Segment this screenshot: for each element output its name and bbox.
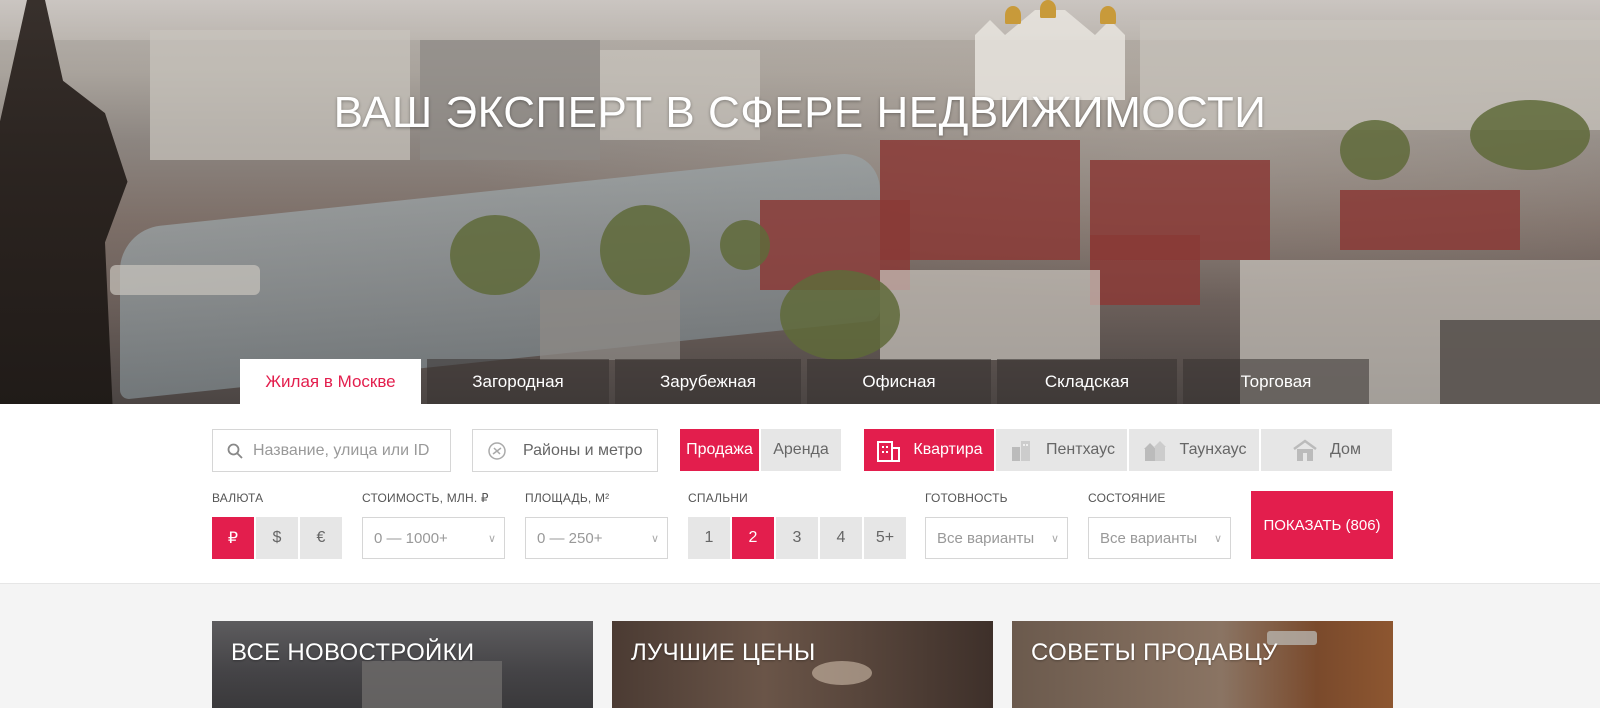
bedrooms-5plus-button[interactable]: 5+ bbox=[864, 517, 906, 559]
hero-dome bbox=[1100, 6, 1116, 24]
card-new-buildings[interactable]: ВСЕ НОВОСТРОЙКИ bbox=[212, 621, 593, 708]
card-lamp-shape bbox=[812, 661, 872, 685]
type-house-label: Дом bbox=[1330, 441, 1361, 458]
apartment-building-icon bbox=[875, 437, 901, 463]
hero-building bbox=[1440, 320, 1600, 404]
hero-building bbox=[1090, 235, 1200, 305]
map-pin-icon bbox=[487, 441, 507, 461]
card-title: ВСЕ НОВОСТРОЙКИ bbox=[231, 639, 475, 666]
hero-tree bbox=[780, 270, 900, 360]
card-best-prices[interactable]: ЛУЧШИЕ ЦЕНЫ bbox=[612, 621, 993, 708]
bedrooms-2-button[interactable]: 2 bbox=[732, 517, 774, 559]
deal-type-toggle: Продажа Аренда bbox=[680, 429, 843, 471]
hero-building bbox=[540, 290, 680, 360]
currency-toggle: ₽ $ € bbox=[212, 517, 344, 559]
type-townhouse-label: Таунхаус bbox=[1179, 441, 1247, 458]
hero-tree bbox=[720, 220, 770, 270]
deal-sale-button[interactable]: Продажа bbox=[680, 429, 759, 471]
hero-title: ВАШ ЭКСПЕРТ В СФЕРЕ НЕДВИЖИМОСТИ bbox=[333, 88, 1267, 137]
type-apartment-button[interactable]: Квартира bbox=[864, 429, 994, 471]
hero-boat bbox=[110, 265, 260, 295]
type-house-button[interactable]: Дом bbox=[1261, 429, 1392, 471]
chevron-down-icon: ∨ bbox=[487, 533, 496, 545]
districts-metro-label: Районы и метро bbox=[523, 441, 643, 459]
bedrooms-1-button[interactable]: 1 bbox=[688, 517, 730, 559]
tab-foreign[interactable]: Зарубежная bbox=[615, 359, 801, 404]
type-penthouse-label: Пентхаус bbox=[1046, 441, 1115, 458]
area-value: 0 — 250+ bbox=[537, 529, 603, 547]
currency-label: ВАЛЮТА bbox=[212, 491, 264, 505]
hero-dome bbox=[1040, 0, 1056, 18]
penthouse-icon bbox=[1008, 437, 1034, 463]
price-label: СТОИМОСТЬ, МЛН. ₽ bbox=[362, 491, 489, 505]
chevron-down-icon: ∨ bbox=[650, 533, 659, 545]
card-title: СОВЕТЫ ПРОДАВЦУ bbox=[1031, 639, 1278, 666]
townhouse-icon bbox=[1142, 437, 1168, 463]
card-building-shape bbox=[362, 661, 502, 708]
readiness-select[interactable]: Все варианты ∨ bbox=[925, 517, 1068, 559]
area-label: ПЛОЩАДЬ, М² bbox=[525, 491, 610, 505]
search-placeholder: Название, улица или ID bbox=[253, 441, 430, 459]
hero-tree bbox=[450, 215, 540, 295]
hero-building bbox=[880, 270, 1100, 360]
type-townhouse-button[interactable]: Таунхаус bbox=[1129, 429, 1259, 471]
chevron-down-icon: ∨ bbox=[1213, 533, 1222, 545]
card-seller-tips[interactable]: СОВЕТЫ ПРОДАВЦУ bbox=[1012, 621, 1393, 708]
condition-value: Все варианты bbox=[1100, 529, 1198, 547]
currency-rub-button[interactable]: ₽ bbox=[212, 517, 254, 559]
type-penthouse-button[interactable]: Пентхаус bbox=[996, 429, 1127, 471]
price-value: 0 — 1000+ bbox=[374, 529, 448, 547]
chevron-down-icon: ∨ bbox=[1050, 533, 1059, 545]
card-title: ЛУЧШИЕ ЦЕНЫ bbox=[631, 639, 816, 666]
search-icon bbox=[227, 443, 243, 459]
hero-tree bbox=[600, 205, 690, 295]
tab-suburban[interactable]: Загородная bbox=[427, 359, 609, 404]
type-apartment-label: Квартира bbox=[913, 441, 983, 458]
bedrooms-toggle: 1 2 3 4 5+ bbox=[688, 517, 908, 559]
districts-metro-button[interactable]: Районы и метро bbox=[472, 429, 658, 472]
property-type-toggle: Квартира Пентхаус Таунхаус Дом bbox=[864, 429, 1394, 471]
readiness-value: Все варианты bbox=[937, 529, 1035, 547]
show-results-button[interactable]: ПОКАЗАТЬ (806) bbox=[1251, 491, 1393, 559]
bedrooms-3-button[interactable]: 3 bbox=[776, 517, 818, 559]
tab-warehouse[interactable]: Складская bbox=[997, 359, 1177, 404]
hero-building bbox=[880, 140, 1080, 260]
tab-residential-moscow[interactable]: Жилая в Москве bbox=[240, 359, 421, 404]
tab-office[interactable]: Офисная bbox=[807, 359, 991, 404]
tab-retail[interactable]: Торговая bbox=[1183, 359, 1369, 404]
hero-building bbox=[1340, 190, 1520, 250]
condition-select[interactable]: Все варианты ∨ bbox=[1088, 517, 1231, 559]
currency-usd-button[interactable]: $ bbox=[256, 517, 298, 559]
hero-dome bbox=[1005, 6, 1021, 24]
bedrooms-4-button[interactable]: 4 bbox=[820, 517, 862, 559]
bedrooms-label: СПАЛЬНИ bbox=[688, 491, 748, 505]
search-input[interactable]: Название, улица или ID bbox=[212, 429, 451, 472]
area-select[interactable]: 0 — 250+ ∨ bbox=[525, 517, 668, 559]
price-select[interactable]: 0 — 1000+ ∨ bbox=[362, 517, 505, 559]
condition-label: СОСТОЯНИЕ bbox=[1088, 491, 1166, 505]
hero-banner bbox=[0, 0, 1600, 404]
currency-eur-button[interactable]: € bbox=[300, 517, 342, 559]
category-tabs: Жилая в Москве Загородная Зарубежная Офи… bbox=[240, 359, 1375, 404]
deal-rent-button[interactable]: Аренда bbox=[761, 429, 841, 471]
readiness-label: ГОТОВНОСТЬ bbox=[925, 491, 1008, 505]
house-icon bbox=[1292, 437, 1318, 463]
